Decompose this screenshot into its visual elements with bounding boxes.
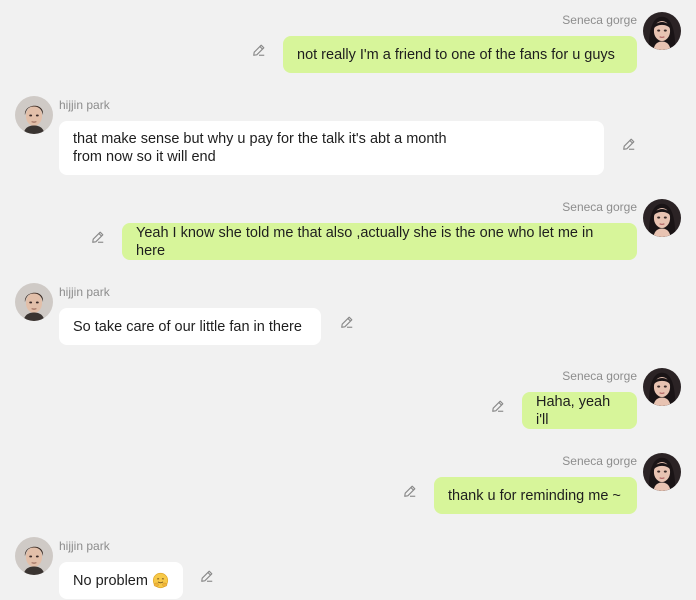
avatar-seneca-gorge[interactable] xyxy=(643,12,681,50)
sender-name: Seneca gorge xyxy=(562,369,637,383)
message-bubble: not really I'm a friend to one of the fa… xyxy=(283,36,637,73)
pencil-icon[interactable] xyxy=(91,230,105,244)
message-bubble: Haha, yeah i'll xyxy=(522,392,637,429)
avatar-hijjin-park[interactable] xyxy=(15,283,53,321)
avatar-seneca-gorge[interactable] xyxy=(643,199,681,237)
message-text: thank u for reminding me ~ xyxy=(448,487,621,504)
message-text: So take care of our little fan in there xyxy=(73,318,302,335)
message-bubble: that make sense but why u pay for the ta… xyxy=(59,121,604,175)
avatar-hijjin-park[interactable] xyxy=(15,96,53,134)
pencil-icon[interactable] xyxy=(200,569,214,583)
hugging-face-emoji xyxy=(152,572,169,589)
pencil-icon[interactable] xyxy=(403,484,417,498)
message-text: not really I'm a friend to one of the fa… xyxy=(297,46,615,63)
pencil-icon[interactable] xyxy=(622,137,636,151)
message-bubble: No problem xyxy=(59,562,183,599)
message-text: Haha, yeah i'll xyxy=(536,393,611,428)
sender-name: Seneca gorge xyxy=(562,13,637,27)
avatar-seneca-gorge[interactable] xyxy=(643,368,681,406)
sender-name: Seneca gorge xyxy=(562,200,637,214)
message-bubble: So take care of our little fan in there xyxy=(59,308,321,345)
sender-name: hijjin park xyxy=(59,98,110,112)
sender-name: Seneca gorge xyxy=(562,454,637,468)
message-text: that make sense but why u pay for the ta… xyxy=(73,131,447,165)
sender-name: hijjin park xyxy=(59,539,110,553)
pencil-icon[interactable] xyxy=(252,43,266,57)
avatar-seneca-gorge[interactable] xyxy=(643,453,681,491)
message-bubble: Yeah I know she told me that also ,actua… xyxy=(122,223,637,260)
message-text: No problem xyxy=(73,572,148,589)
message-text: Yeah I know she told me that also ,actua… xyxy=(136,224,594,259)
pencil-icon[interactable] xyxy=(491,399,505,413)
avatar-hijjin-park[interactable] xyxy=(15,537,53,575)
message-bubble: thank u for reminding me ~ xyxy=(434,477,637,514)
sender-name: hijjin park xyxy=(59,285,110,299)
pencil-icon[interactable] xyxy=(340,315,354,329)
